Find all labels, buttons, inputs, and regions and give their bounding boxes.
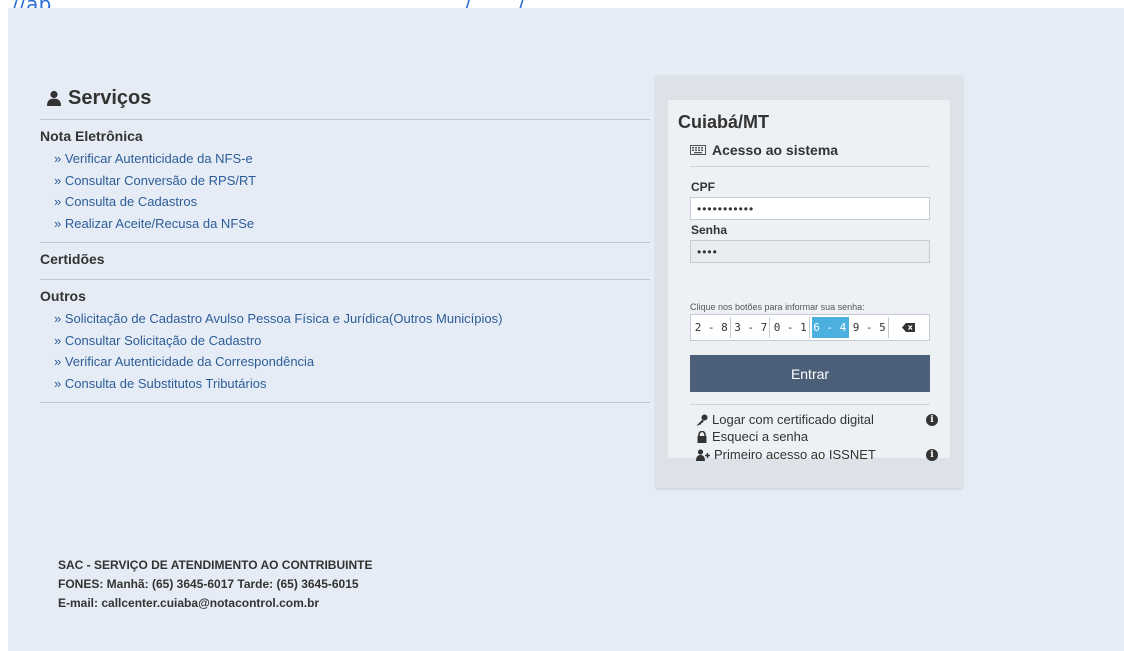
footer-line-sac: SAC - SERVIÇO DE ATENDIMENTO AO CONTRIBU… (58, 558, 373, 572)
link-consulta-substitutos-tributarios[interactable]: Consulta de Substitutos Tributários (54, 373, 650, 395)
key-9-5[interactable]: 9 - 5 (851, 317, 889, 338)
info-icon[interactable]: i (926, 449, 938, 461)
forgot-password-label: Esqueci a senha (712, 429, 809, 444)
section-title: Outros (40, 288, 86, 304)
key-0-1[interactable]: 0 - 1 (772, 317, 810, 338)
key-6-4[interactable]: 6 - 4 (811, 317, 849, 338)
key-3-7[interactable]: 3 - 7 (733, 317, 770, 338)
cpf-label: CPF (691, 180, 715, 194)
access-heading: Acesso ao sistema (690, 142, 930, 167)
section-title: Nota Eletrônica (40, 128, 143, 144)
city-title: Cuiabá/MT (678, 112, 770, 132)
link-consultar-conversao-rps[interactable]: Consultar Conversão de RPS/RT (54, 170, 650, 192)
services-panel: Serviços Nota Eletrônica Verificar Auten… (40, 84, 650, 403)
info-icon[interactable]: i (926, 414, 938, 426)
password-hint: Clique nos botões para informar sua senh… (690, 302, 865, 312)
submit-button[interactable]: Entrar (690, 355, 930, 392)
user-plus-icon (696, 448, 710, 461)
footer-line-phones: FONES: Manhã: (65) 3645-6017 Tarde: (65)… (58, 577, 359, 591)
forgot-password-link[interactable]: Esqueci a senha (696, 429, 808, 444)
link-verificar-autenticidade-nfse[interactable]: Verificar Autenticidade da NFS-e (54, 148, 650, 170)
first-access-label: Primeiro acesso ao ISSNET (714, 447, 876, 462)
link-realizar-aceite-recusa[interactable]: Realizar Aceite/Recusa da NFSe (54, 213, 650, 235)
section-title-certidoes[interactable]: Certidões (40, 243, 650, 279)
password-field[interactable]: •••• (690, 240, 930, 263)
link-verificar-autenticidade-correspondencia[interactable]: Verificar Autenticidade da Correspondênc… (54, 351, 650, 373)
password-label: Senha (691, 223, 728, 237)
services-heading: Serviços (40, 84, 650, 112)
certificate-login-link[interactable]: Logar com certificado digital (696, 412, 874, 427)
footer-line-email: E-mail: callcenter.cuiaba@notacontrol.co… (58, 596, 320, 610)
keyboard-icon (690, 145, 706, 155)
footer-contact: SAC - SERVIÇO DE ATENDIMENTO AO CONTRIBU… (58, 556, 372, 613)
first-access-link[interactable]: Primeiro acesso ao ISSNET (696, 447, 876, 462)
section-certidoes: Certidões (40, 242, 650, 279)
link-consultar-solicitacao-cadastro[interactable]: Consultar Solicitação de Cadastro (54, 330, 650, 352)
link-consulta-cadastros[interactable]: Consulta de Cadastros (54, 191, 650, 213)
cpf-field[interactable]: ••••••••••• (690, 197, 930, 220)
key-2-8[interactable]: 2 - 8 (693, 317, 731, 338)
login-box: Cuiabá/MT Acesso ao sistema CPF ••••••••… (668, 100, 950, 462)
link-solicitacao-cadastro-avulso[interactable]: Solicitação de Cadastro Avulso Pessoa Fí… (54, 308, 650, 330)
services-title: Serviços (68, 86, 152, 109)
user-icon (47, 90, 61, 106)
divider (690, 404, 930, 405)
backspace-button[interactable] (891, 317, 928, 338)
key-icon (696, 414, 708, 425)
access-title: Acesso ao sistema (712, 142, 839, 158)
certificate-login-label: Logar com certificado digital (712, 412, 874, 427)
login-panel: Cuiabá/MT Acesso ao sistema CPF ••••••••… (656, 76, 962, 488)
divider (40, 402, 650, 403)
backspace-icon (902, 323, 916, 332)
lock-icon (697, 430, 707, 443)
virtual-keypad: 2 - 8 3 - 7 0 - 1 6 - 4 9 - 5 (690, 314, 930, 341)
section-nota-eletronica: Nota Eletrônica Verificar Autenticidade … (40, 119, 650, 242)
section-outros: Outros Solicitação de Cadastro Avulso Pe… (40, 279, 650, 402)
